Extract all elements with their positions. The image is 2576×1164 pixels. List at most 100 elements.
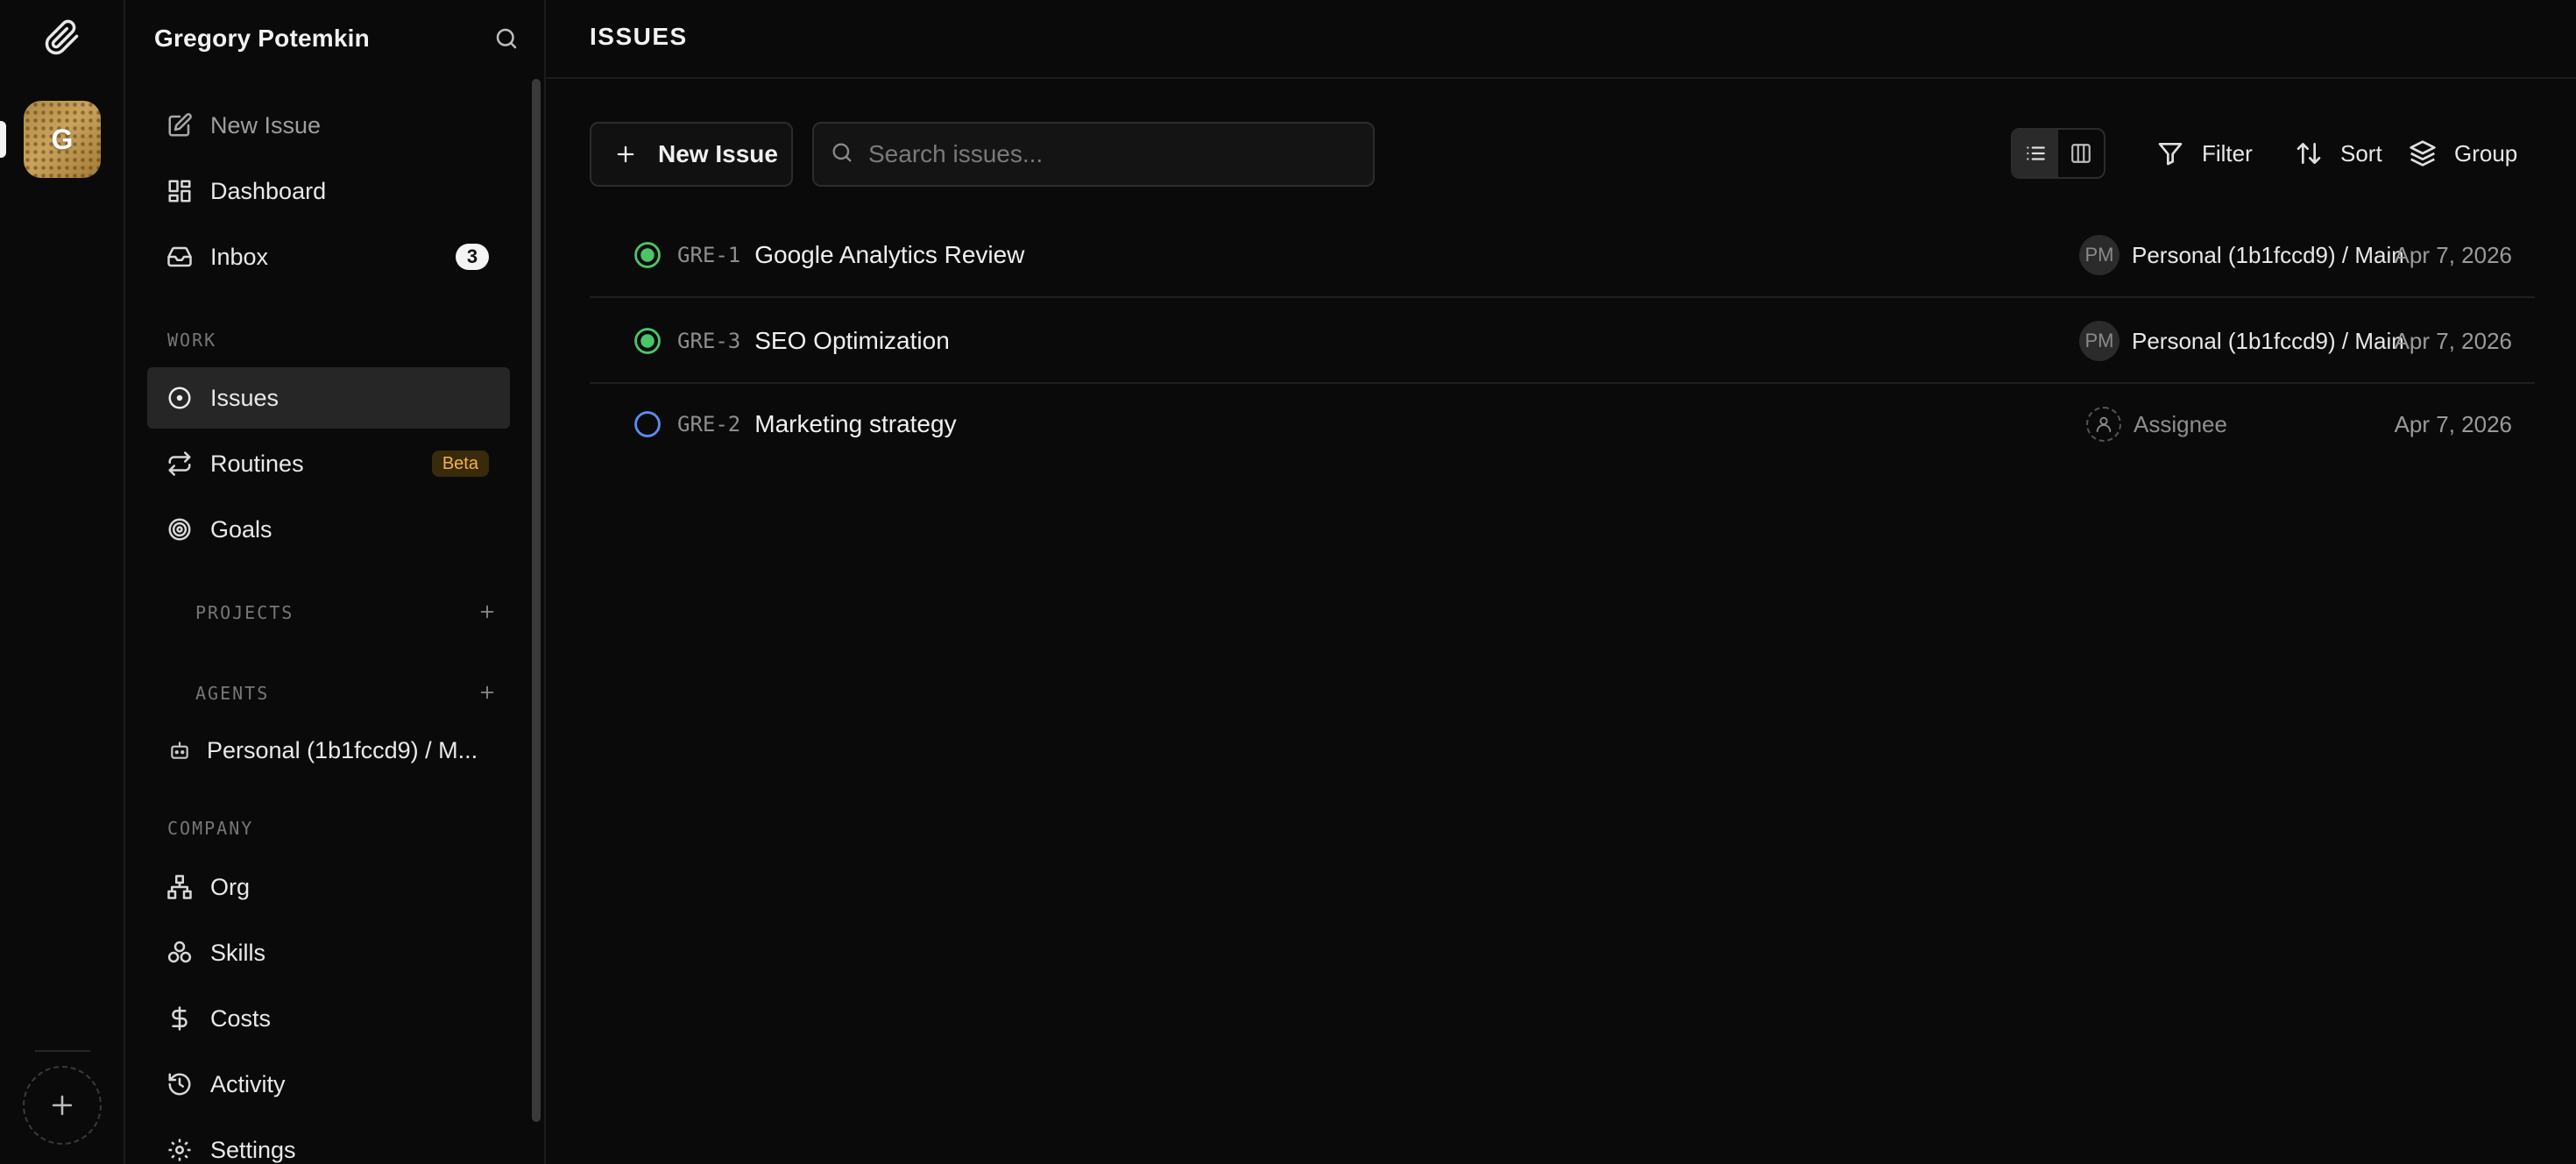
history-icon [165, 1069, 195, 1099]
search-icon[interactable] [491, 23, 522, 54]
sidebar-item-label: Inbox [210, 243, 269, 270]
sidebar-item-routines[interactable]: Routines Beta [147, 433, 510, 494]
skills-icon [165, 938, 195, 968]
target-icon [165, 515, 195, 544]
inbox-count-badge: 3 [456, 244, 489, 270]
issue-date: Apr 7, 2026 [2394, 241, 2512, 268]
sidebar-item-label: Skills [210, 939, 266, 966]
assignee[interactable]: PM Personal (1b1fccd9) / Main [2079, 321, 2404, 361]
company-rail: G [0, 0, 125, 1164]
sidebar-item-inbox[interactable]: Inbox 3 [147, 226, 510, 287]
rail-active-indicator [0, 121, 6, 158]
board-view-button[interactable] [2058, 130, 2104, 177]
sidebar-item-costs[interactable]: Costs [147, 988, 510, 1049]
sidebar-item-label: Routines [210, 450, 304, 477]
group-label: Group [2454, 139, 2518, 167]
sidebar-item-org[interactable]: Org [147, 856, 510, 918]
repeat-icon [165, 449, 195, 479]
sidebar-item-label: New Issue [210, 111, 322, 138]
company-avatar[interactable]: G [24, 101, 101, 178]
sidebar-item-agent-personal[interactable]: Personal (1b1fccd9) / M... [147, 720, 510, 781]
inbox-icon [165, 242, 195, 272]
sort-label: Sort [2340, 139, 2382, 167]
plus-icon [52, 1095, 73, 1116]
search-input[interactable] [868, 140, 1359, 168]
add-agent-button[interactable] [474, 679, 500, 706]
issue-id: GRE-2 [677, 412, 741, 436]
assignee-name: Personal (1b1fccd9) / Main [2132, 327, 2404, 354]
sidebar-item-dashboard[interactable]: Dashboard [147, 160, 510, 222]
sidebar-scrollbar-thumb[interactable] [532, 79, 541, 1122]
sidebar-item-label: Activity [210, 1070, 286, 1097]
issue-row[interactable]: GRE-2 Marketing strategy Assignee Apr 7,… [590, 382, 2535, 466]
sidebar-scrollbar[interactable] [528, 79, 544, 1122]
main-content: ISSUES New Issue Filte [546, 0, 2576, 1164]
plus-icon [480, 685, 494, 699]
assignee-avatar: PM [2079, 321, 2120, 361]
sidebar-item-label: Dashboard [210, 177, 327, 204]
filter-button[interactable]: Filter [2155, 133, 2253, 174]
rail-divider [35, 1050, 90, 1052]
sidebar-item-label: Settings [210, 1136, 296, 1163]
sidebar-item-label: Issues [210, 384, 280, 411]
issue-id: GRE-1 [677, 243, 741, 267]
search-field[interactable] [812, 122, 1375, 187]
list-view-button[interactable] [2013, 130, 2058, 177]
section-label-agents: AGENTS [195, 683, 270, 704]
main-header: ISSUES [546, 0, 2576, 79]
company-name: Gregory Potemkin [154, 25, 370, 52]
dashboard-icon [165, 176, 195, 206]
view-mode-toggle [2011, 128, 2105, 179]
user-icon [2086, 407, 2121, 442]
beta-badge: Beta [431, 451, 489, 477]
sidebar-item-label: Org [210, 873, 251, 900]
bot-icon [165, 735, 195, 765]
sidebar-item-issues[interactable]: Issues [147, 367, 510, 429]
issue-title: Marketing strategy [754, 410, 957, 437]
assignee-name: Personal (1b1fccd9) / Main [2132, 241, 2404, 268]
page-title: ISSUES [590, 23, 688, 50]
new-issue-label: New Issue [658, 140, 778, 167]
issue-row[interactable]: GRE-3 SEO Optimization PM Personal (1b1f… [590, 300, 2535, 384]
assignee[interactable]: PM Personal (1b1fccd9) / Main [2079, 235, 2404, 275]
dollar-icon [165, 1004, 195, 1033]
section-label-company: COMPANY [167, 818, 254, 839]
sidebar-header: Gregory Potemkin [154, 0, 522, 77]
sidebar-item-label: Costs [210, 1004, 272, 1032]
add-project-button[interactable] [474, 599, 500, 625]
assignee[interactable]: Assignee [2086, 407, 2227, 442]
status-done-icon[interactable] [632, 325, 663, 357]
sort-icon [2293, 138, 2325, 169]
sidebar-item-activity[interactable]: Activity [147, 1054, 510, 1115]
filter-icon [2155, 138, 2186, 169]
sidebar-item-skills[interactable]: Skills [147, 922, 510, 983]
assignee-placeholder: Assignee [2134, 410, 2227, 437]
assignee-avatar: PM [2079, 235, 2120, 275]
issue-date: Apr 7, 2026 [2394, 327, 2512, 354]
plus-icon [612, 141, 639, 167]
new-issue-button[interactable]: New Issue [590, 122, 793, 187]
section-label-projects: PROJECTS [195, 602, 294, 623]
org-chart-icon [165, 872, 195, 902]
plus-icon [480, 605, 494, 619]
sidebar-item-goals[interactable]: Goals [147, 499, 510, 560]
sort-button[interactable]: Sort [2293, 133, 2382, 174]
pencil-square-icon [165, 110, 195, 140]
sidebar-item-new-issue[interactable]: New Issue [147, 95, 510, 156]
issue-row[interactable]: GRE-1 Google Analytics Review PM Persona… [590, 214, 2535, 298]
add-company-button[interactable] [23, 1066, 102, 1145]
sidebar-item-label: Personal (1b1fccd9) / M... [207, 736, 478, 763]
filter-label: Filter [2202, 139, 2253, 167]
group-button[interactable]: Group [2407, 133, 2517, 174]
status-done-icon[interactable] [632, 239, 663, 271]
app-window: G Gregory Potemkin New Issue Dashboard I… [0, 0, 2576, 1164]
paperclip-icon[interactable] [44, 19, 81, 56]
columns-icon [2071, 144, 2091, 163]
search-icon [830, 140, 854, 169]
gear-icon [165, 1135, 195, 1164]
list-icon [2027, 146, 2045, 160]
company-avatar-letter: G [51, 123, 74, 155]
sidebar-item-label: Goals [210, 515, 272, 543]
status-todo-icon[interactable] [632, 408, 663, 440]
sidebar-item-settings[interactable]: Settings [147, 1119, 510, 1164]
